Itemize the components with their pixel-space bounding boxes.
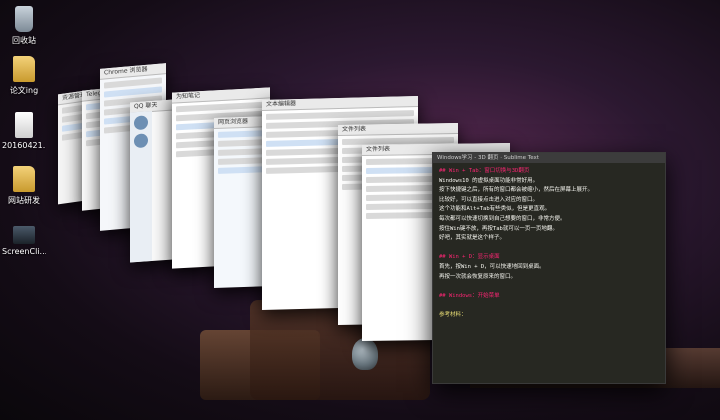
code-line: 按住Win键不放，再按Tab就可以一页一页地翻。 — [439, 225, 558, 232]
background-potion — [352, 338, 378, 370]
editor-code[interactable]: ## Win + Tab：窗口切换与3D翻页 Windows10 的虚拟桌面功能… — [433, 163, 665, 325]
recycle-bin-icon — [15, 6, 33, 32]
desktop-icon-recycle-bin[interactable]: 回收站 — [2, 6, 46, 46]
code-line: 这个功能和Alt+Tab有些类似，但是更直观。 — [439, 206, 551, 213]
avatar — [134, 115, 148, 131]
code-line: 好吧，其实就是这个样子。 — [439, 235, 506, 242]
desktop-icon-label: 网站研发 — [8, 196, 40, 205]
code-line: 按下快捷键之后，所有的窗口都会被缩小，然后在屏幕上展开。 — [439, 187, 594, 194]
code-line: 首先，按Win + D，可以快速地回到桌面。 — [439, 263, 545, 270]
code-line: ## Win + Tab：窗口切换与3D翻页 — [439, 168, 530, 174]
desktop-icon-label: ScreenCli... — [2, 247, 46, 256]
desktop-icon-document[interactable]: 20160421... — [2, 112, 46, 150]
desktop-icon-screenclip[interactable]: ScreenCli... — [2, 222, 46, 256]
desktop-icon-label: 20160421... — [2, 141, 46, 150]
folder-icon — [13, 166, 35, 192]
code-line: 参考材料： — [439, 311, 467, 318]
window-title: 文本编辑器 — [262, 95, 418, 112]
desktop-icon-label: 论文ing — [9, 86, 39, 95]
desktop-icon-label: 回收站 — [12, 36, 36, 45]
window-title: 文件列表 — [338, 122, 458, 137]
desktop-icon-folder-lunwen[interactable]: 论文ing — [2, 56, 46, 96]
code-line: ## Win + D：显示桌面 — [439, 254, 500, 261]
active-window-editor[interactable]: Windows学习 - 3D 翻页 · Sublime Text ## Win … — [432, 152, 666, 384]
editor-title: Windows学习 - 3D 翻页 · Sublime Text — [433, 153, 665, 163]
code-line: 每次都可以快速切换到自己想要的窗口，非常方便。 — [439, 215, 566, 222]
code-line: ## Windows：开始菜单 — [439, 292, 500, 299]
code-line: 再按一次就会恢复原来的窗口。 — [439, 273, 517, 280]
folder-icon — [13, 56, 35, 82]
code-line: 比较好，可以直接点击进入对应的窗口。 — [439, 196, 539, 203]
document-icon — [15, 112, 33, 138]
avatar — [134, 133, 148, 149]
code-line: Windows10 的虚拟桌面功能非常好用。 — [439, 177, 539, 184]
desktop-icon-folder-website[interactable]: 网站研发 — [2, 166, 46, 206]
app-icon — [13, 226, 35, 244]
window-title: 为知笔记 — [172, 87, 270, 104]
